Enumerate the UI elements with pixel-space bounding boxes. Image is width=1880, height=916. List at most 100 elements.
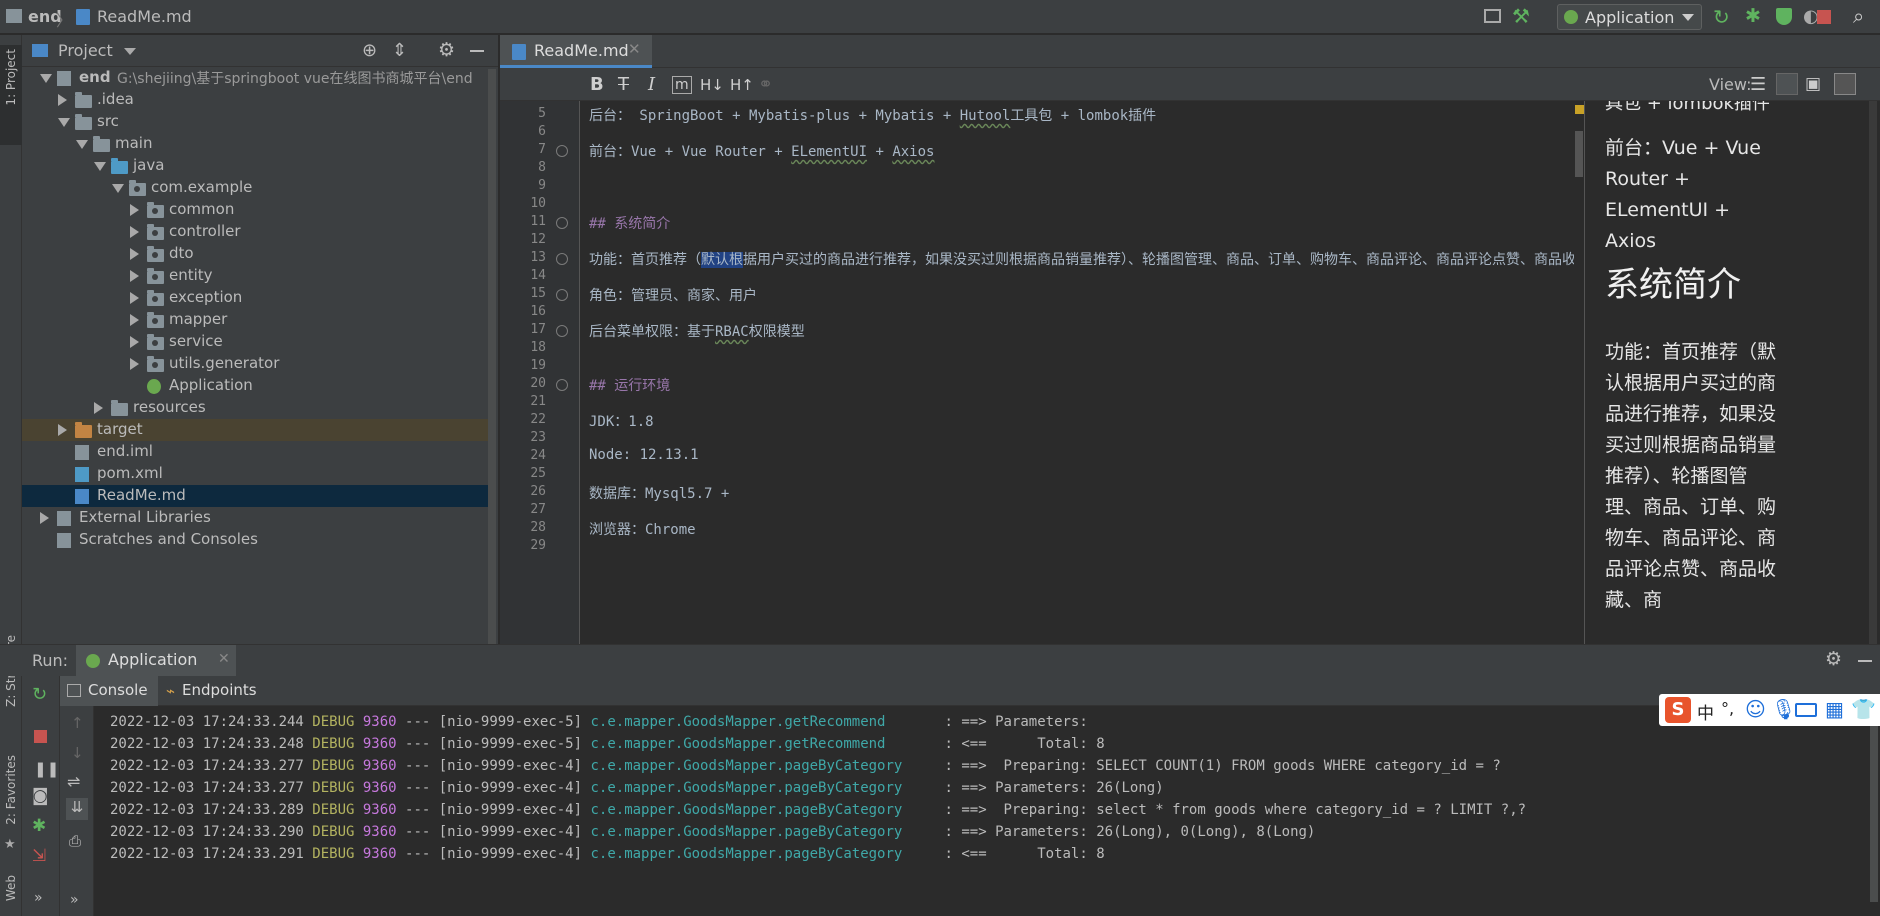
- grid-icon[interactable]: ▦: [1825, 697, 1844, 721]
- arrow-down-icon[interactable]: ↓: [71, 744, 84, 762]
- ime-punctuation[interactable]: °,: [1721, 699, 1734, 718]
- editor-scrollbar[interactable]: [1574, 101, 1584, 644]
- scroll-to-end-icon[interactable]: ⇊: [66, 798, 88, 820]
- collapsed-arrow-icon[interactable]: [130, 204, 139, 216]
- split-view-icon[interactable]: [1776, 73, 1798, 95]
- tree-item[interactable]: ReadMe.md: [22, 485, 496, 507]
- skin-icon[interactable]: 👕: [1851, 697, 1876, 721]
- search-everywhere-icon[interactable]: ⌕: [1853, 4, 1864, 28]
- tree-item[interactable]: Scratches and Consoles: [22, 529, 496, 551]
- collapsed-arrow-icon[interactable]: [58, 94, 67, 106]
- tree-item[interactable]: src: [22, 111, 496, 133]
- breadcrumb-file[interactable]: ReadMe.md: [97, 7, 192, 26]
- more-icon[interactable]: »: [70, 892, 79, 908]
- link-icon[interactable]: ⚭: [758, 74, 773, 95]
- tree-item[interactable]: controller: [22, 221, 496, 243]
- tree-item[interactable]: common: [22, 199, 496, 221]
- rerun-icon[interactable]: ↻: [1713, 5, 1730, 29]
- ime-toolbar[interactable]: S 中 °, ☺ 🎙 ▦ 👕: [1659, 694, 1880, 726]
- strikethrough-icon[interactable]: T: [618, 74, 629, 95]
- tree-item[interactable]: end G:\shejiing\基于springboot vue在线图书商城平台\…: [22, 67, 496, 89]
- expanded-arrow-icon[interactable]: [94, 162, 106, 171]
- scrollbar[interactable]: [488, 69, 496, 644]
- expanded-arrow-icon[interactable]: [40, 74, 52, 83]
- italic-icon[interactable]: I: [648, 74, 655, 95]
- stop-icon[interactable]: [34, 730, 47, 743]
- collapsed-arrow-icon[interactable]: [94, 402, 103, 414]
- tree-item[interactable]: target: [22, 419, 496, 441]
- debug-bug-icon[interactable]: ✱: [32, 816, 46, 836]
- tree-item[interactable]: service: [22, 331, 496, 353]
- markdown-editor[interactable]: 后台： SpringBoot + Mybatis-plus + Mybatis …: [581, 101, 1584, 644]
- scroll-thumb[interactable]: [1870, 712, 1878, 902]
- tree-item[interactable]: java: [22, 155, 496, 177]
- collapsed-arrow-icon[interactable]: [130, 336, 139, 348]
- web-tool-tab[interactable]: Web: [4, 875, 18, 901]
- tab-readme[interactable]: ReadMe.md ✕: [500, 35, 652, 68]
- collapsed-arrow-icon[interactable]: [130, 226, 139, 238]
- exit-icon[interactable]: ⇲: [32, 846, 46, 866]
- collapsed-arrow-icon[interactable]: [130, 248, 139, 260]
- tab-endpoints[interactable]: ⌁ Endpoints: [160, 676, 280, 706]
- debug-bug-icon[interactable]: ✱: [1745, 5, 1761, 27]
- collapsed-arrow-icon[interactable]: [58, 424, 67, 436]
- collapsed-arrow-icon[interactable]: [130, 270, 139, 282]
- pause-icon[interactable]: ❚❚: [34, 760, 59, 778]
- editor-only-view-icon[interactable]: ☰: [1750, 74, 1766, 95]
- sync-scroll-icon[interactable]: [1834, 73, 1856, 95]
- preview-scrollbar[interactable]: [1869, 101, 1877, 644]
- tree-item[interactable]: pom.xml: [22, 463, 496, 485]
- tab-console[interactable]: Console: [60, 676, 158, 706]
- keyboard-icon[interactable]: [1795, 703, 1817, 717]
- camera-icon[interactable]: ◙: [32, 786, 49, 806]
- tree-item[interactable]: dto: [22, 243, 496, 265]
- heading-decrease-icon[interactable]: H↓: [700, 76, 724, 94]
- tree-item[interactable]: entity: [22, 265, 496, 287]
- project-tool-tab[interactable]: 1: Project: [4, 49, 18, 106]
- ime-language[interactable]: 中: [1697, 699, 1714, 724]
- tree-item[interactable]: mapper: [22, 309, 496, 331]
- tree-item[interactable]: exception: [22, 287, 496, 309]
- fold-marker-icon[interactable]: [556, 379, 568, 391]
- collapsed-arrow-icon[interactable]: [130, 314, 139, 326]
- scroll-thumb[interactable]: [1575, 131, 1583, 177]
- fold-marker-icon[interactable]: [556, 289, 568, 301]
- fold-marker-icon[interactable]: [556, 217, 568, 229]
- fold-marker-icon[interactable]: [556, 325, 568, 337]
- project-panel-title[interactable]: Project: [58, 41, 113, 60]
- locate-icon[interactable]: ⊕: [362, 40, 377, 61]
- terminal-icon[interactable]: [1484, 9, 1501, 23]
- coverage-icon[interactable]: [1776, 8, 1792, 25]
- stop-icon[interactable]: [1817, 10, 1831, 24]
- run-configuration-select[interactable]: Application: [1557, 4, 1702, 30]
- microphone-icon[interactable]: 🎙: [1771, 697, 1796, 721]
- arrow-up-icon[interactable]: ↑: [71, 714, 84, 732]
- bold-icon[interactable]: B: [590, 74, 604, 95]
- tree-item[interactable]: com.example: [22, 177, 496, 199]
- more-icon[interactable]: »: [34, 890, 43, 906]
- close-icon[interactable]: ✕: [628, 40, 641, 58]
- gear-icon[interactable]: ⚙: [438, 39, 455, 61]
- soft-wrap-icon[interactable]: ⇌: [67, 772, 80, 791]
- console-output[interactable]: 2022-12-03 17:24:33.244 DEBUG 9360 --- […: [94, 706, 1880, 916]
- favorites-tool-tab[interactable]: 2: Favorites: [4, 755, 18, 825]
- tree-item[interactable]: utils.generator: [22, 353, 496, 375]
- fold-marker-icon[interactable]: [556, 253, 568, 265]
- run-tab-application[interactable]: Application ✕: [76, 645, 236, 677]
- collapse-all-icon[interactable]: ⇕: [392, 40, 407, 61]
- collapsed-arrow-icon[interactable]: [130, 358, 139, 370]
- console-scrollbar[interactable]: [1868, 706, 1880, 916]
- collapsed-arrow-icon[interactable]: [40, 512, 49, 524]
- fold-marker-icon[interactable]: [556, 145, 568, 157]
- build-hammer-icon[interactable]: ⚒: [1512, 4, 1530, 28]
- minimize-icon[interactable]: [1858, 660, 1872, 662]
- tree-item[interactable]: end.iml: [22, 441, 496, 463]
- tree-item[interactable]: .idea: [22, 89, 496, 111]
- chevron-down-icon[interactable]: [124, 48, 136, 55]
- tree-item[interactable]: External Libraries: [22, 507, 496, 529]
- print-icon[interactable]: ⎙: [69, 832, 81, 850]
- heading-increase-icon[interactable]: H↑: [730, 76, 754, 94]
- expanded-arrow-icon[interactable]: [112, 184, 124, 193]
- code-icon[interactable]: m: [672, 76, 692, 94]
- minimize-icon[interactable]: [470, 50, 484, 52]
